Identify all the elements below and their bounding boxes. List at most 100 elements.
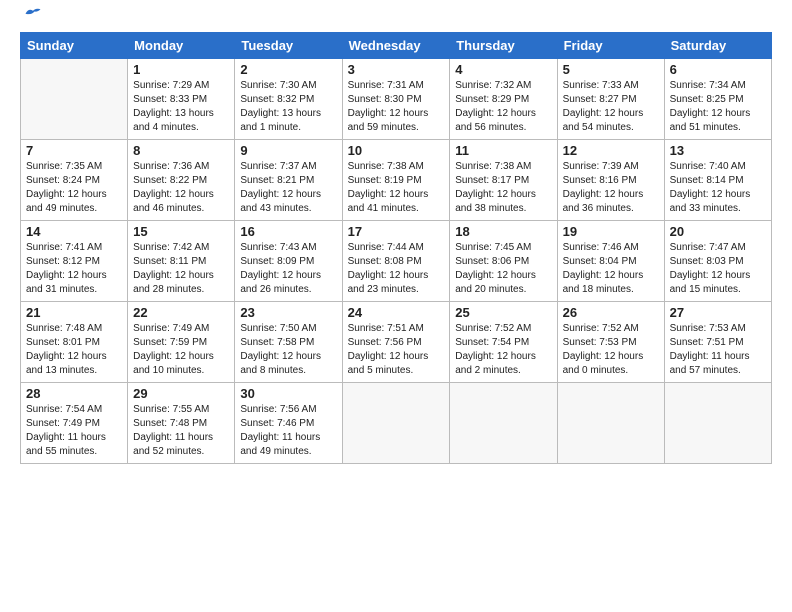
day-number: 19 — [563, 224, 659, 239]
day-info: Sunrise: 7:54 AMSunset: 7:49 PMDaylight:… — [26, 403, 122, 459]
calendar-cell: 18Sunrise: 7:45 AMSunset: 8:06 PMDayligh… — [450, 221, 557, 302]
day-info: Sunrise: 7:39 AMSunset: 8:16 PMDaylight:… — [563, 160, 659, 216]
day-number: 13 — [670, 143, 766, 158]
day-number: 24 — [348, 305, 445, 320]
day-number: 23 — [240, 305, 336, 320]
weekday-header-friday: Friday — [557, 33, 664, 59]
calendar-cell: 30 Sunrise: 7:56 AMSunset: 7:46 PMDayligh… — [235, 383, 342, 464]
day-number: 25 — [455, 305, 551, 320]
calendar-cell: 21 Sunrise: 7:48 AMSunset: 8:01 PMDayligh… — [21, 302, 128, 383]
day-number: 2 — [240, 62, 336, 77]
day-info: Sunrise: 7:38 AMSunset: 8:19 PMDaylight:… — [348, 160, 445, 216]
calendar-cell: 7 Sunrise: 7:35 AMSunset: 8:24 PMDaylight… — [21, 140, 128, 221]
calendar-week-row: 14 Sunrise: 7:41 AMSunset: 8:12 PMDayligh… — [21, 221, 772, 302]
day-number: 8 — [133, 143, 229, 158]
calendar-cell: 12Sunrise: 7:39 AMSunset: 8:16 PMDayligh… — [557, 140, 664, 221]
day-info: Sunrise: 7:37 AMSunset: 8:21 PMDaylight:… — [240, 160, 336, 216]
calendar-cell: 22 Sunrise: 7:49 AMSunset: 7:59 PMDayligh… — [128, 302, 235, 383]
calendar-week-row: 28Sunrise: 7:54 AMSunset: 7:49 PMDayligh… — [21, 383, 772, 464]
day-info: Sunrise: 7:30 AMSunset: 8:32 PMDaylight:… — [240, 79, 336, 135]
calendar-week-row: 1Sunrise: 7:29 AMSunset: 8:33 PMDaylight… — [21, 59, 772, 140]
day-info: Sunrise: 7:34 AMSunset: 8:25 PMDaylight:… — [670, 79, 766, 135]
calendar-week-row: 21 Sunrise: 7:48 AMSunset: 8:01 PMDayligh… — [21, 302, 772, 383]
calendar-cell: 25 Sunrise: 7:52 AMSunset: 7:54 PMDayligh… — [450, 302, 557, 383]
day-info: Sunrise: 7:49 AMSunset: 7:59 PMDaylight:… — [133, 322, 229, 378]
calendar-cell: 24 Sunrise: 7:51 AMSunset: 7:56 PMDayligh… — [342, 302, 450, 383]
day-info: Sunrise: 7:32 AMSunset: 8:29 PMDaylight:… — [455, 79, 551, 135]
day-info: Sunrise: 7:35 AMSunset: 8:24 PMDaylight:… — [26, 160, 122, 216]
weekday-header-saturday: Saturday — [664, 33, 771, 59]
day-info: Sunrise: 7:50 AMSunset: 7:58 PMDaylight:… — [240, 322, 336, 378]
day-info: Sunrise: 7:38 AMSunset: 8:17 PMDaylight:… — [455, 160, 551, 216]
calendar-cell: 1Sunrise: 7:29 AMSunset: 8:33 PMDaylight… — [128, 59, 235, 140]
day-info: Sunrise: 7:29 AMSunset: 8:33 PMDaylight:… — [133, 79, 229, 135]
header — [20, 18, 772, 24]
day-number: 9 — [240, 143, 336, 158]
day-info: Sunrise: 7:43 AMSunset: 8:09 PMDaylight:… — [240, 241, 336, 297]
day-info: Sunrise: 7:31 AMSunset: 8:30 PMDaylight:… — [348, 79, 445, 135]
day-number: 10 — [348, 143, 445, 158]
calendar-cell: 15 Sunrise: 7:42 AMSunset: 8:11 PMDayligh… — [128, 221, 235, 302]
day-info: Sunrise: 7:55 AMSunset: 7:48 PMDaylight:… — [133, 403, 229, 459]
day-info: Sunrise: 7:46 AMSunset: 8:04 PMDaylight:… — [563, 241, 659, 297]
day-number: 3 — [348, 62, 445, 77]
calendar-cell: 8 Sunrise: 7:36 AMSunset: 8:22 PMDaylight… — [128, 140, 235, 221]
day-info: Sunrise: 7:53 AMSunset: 7:51 PMDaylight:… — [670, 322, 766, 378]
calendar-cell: 26Sunrise: 7:52 AMSunset: 7:53 PMDayligh… — [557, 302, 664, 383]
calendar-cell: 28Sunrise: 7:54 AMSunset: 7:49 PMDayligh… — [21, 383, 128, 464]
calendar-cell: 11 Sunrise: 7:38 AMSunset: 8:17 PMDayligh… — [450, 140, 557, 221]
day-number: 15 — [133, 224, 229, 239]
day-number: 29 — [133, 386, 229, 401]
day-number: 27 — [670, 305, 766, 320]
calendar-week-row: 7 Sunrise: 7:35 AMSunset: 8:24 PMDaylight… — [21, 140, 772, 221]
day-number: 17 — [348, 224, 445, 239]
calendar-cell: 19 Sunrise: 7:46 AMSunset: 8:04 PMDayligh… — [557, 221, 664, 302]
day-info: Sunrise: 7:41 AMSunset: 8:12 PMDaylight:… — [26, 241, 122, 297]
calendar-cell: 29 Sunrise: 7:55 AMSunset: 7:48 PMDayligh… — [128, 383, 235, 464]
day-info: Sunrise: 7:42 AMSunset: 8:11 PMDaylight:… — [133, 241, 229, 297]
calendar-cell: 14 Sunrise: 7:41 AMSunset: 8:12 PMDayligh… — [21, 221, 128, 302]
calendar-cell: 13 Sunrise: 7:40 AMSunset: 8:14 PMDayligh… — [664, 140, 771, 221]
day-number: 14 — [26, 224, 122, 239]
calendar-header-row: SundayMondayTuesdayWednesdayThursdayFrid… — [21, 33, 772, 59]
calendar-cell: 16 Sunrise: 7:43 AMSunset: 8:09 PMDayligh… — [235, 221, 342, 302]
day-info: Sunrise: 7:48 AMSunset: 8:01 PMDaylight:… — [26, 322, 122, 378]
day-number: 4 — [455, 62, 551, 77]
day-number: 18 — [455, 224, 551, 239]
day-number: 26 — [563, 305, 659, 320]
day-info: Sunrise: 7:52 AMSunset: 7:54 PMDaylight:… — [455, 322, 551, 378]
logo — [20, 18, 42, 24]
day-number: 7 — [26, 143, 122, 158]
weekday-header-sunday: Sunday — [21, 33, 128, 59]
day-info: Sunrise: 7:40 AMSunset: 8:14 PMDaylight:… — [670, 160, 766, 216]
calendar-cell: 6 Sunrise: 7:34 AMSunset: 8:25 PMDaylight… — [664, 59, 771, 140]
logo-bird-icon — [24, 6, 42, 20]
day-number: 11 — [455, 143, 551, 158]
day-number: 30 — [240, 386, 336, 401]
calendar-cell — [664, 383, 771, 464]
calendar-cell: 10 Sunrise: 7:38 AMSunset: 8:19 PMDayligh… — [342, 140, 450, 221]
calendar-cell — [557, 383, 664, 464]
day-info: Sunrise: 7:33 AMSunset: 8:27 PMDaylight:… — [563, 79, 659, 135]
weekday-header-monday: Monday — [128, 33, 235, 59]
day-info: Sunrise: 7:51 AMSunset: 7:56 PMDaylight:… — [348, 322, 445, 378]
calendar-cell — [450, 383, 557, 464]
calendar-cell: 9 Sunrise: 7:37 AMSunset: 8:21 PMDaylight… — [235, 140, 342, 221]
calendar-cell — [21, 59, 128, 140]
day-number: 21 — [26, 305, 122, 320]
calendar-cell: 27 Sunrise: 7:53 AMSunset: 7:51 PMDayligh… — [664, 302, 771, 383]
day-info: Sunrise: 7:47 AMSunset: 8:03 PMDaylight:… — [670, 241, 766, 297]
day-info: Sunrise: 7:36 AMSunset: 8:22 PMDaylight:… — [133, 160, 229, 216]
calendar-cell: 17Sunrise: 7:44 AMSunset: 8:08 PMDayligh… — [342, 221, 450, 302]
day-info: Sunrise: 7:56 AMSunset: 7:46 PMDaylight:… — [240, 403, 336, 459]
weekday-header-thursday: Thursday — [450, 33, 557, 59]
calendar-cell: 23 Sunrise: 7:50 AMSunset: 7:58 PMDayligh… — [235, 302, 342, 383]
calendar-cell: 2 Sunrise: 7:30 AMSunset: 8:32 PMDaylight… — [235, 59, 342, 140]
page: SundayMondayTuesdayWednesdayThursdayFrid… — [0, 0, 792, 612]
day-number: 6 — [670, 62, 766, 77]
calendar-cell: 3 Sunrise: 7:31 AMSunset: 8:30 PMDaylight… — [342, 59, 450, 140]
day-number: 22 — [133, 305, 229, 320]
weekday-header-wednesday: Wednesday — [342, 33, 450, 59]
day-number: 16 — [240, 224, 336, 239]
calendar-cell — [342, 383, 450, 464]
